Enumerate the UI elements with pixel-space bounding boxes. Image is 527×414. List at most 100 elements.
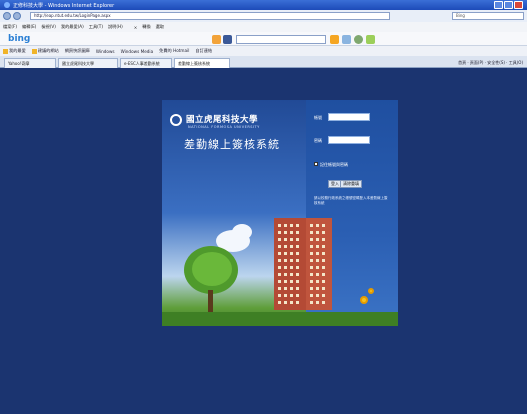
minimize-button[interactable] [494, 1, 503, 9]
password-input[interactable] [328, 136, 370, 144]
building-window [296, 238, 299, 241]
building-window [290, 273, 293, 276]
building-window [278, 224, 281, 227]
bing-search-input[interactable] [236, 35, 326, 44]
building-window [278, 266, 281, 269]
star-icon [3, 48, 8, 54]
building-window [310, 301, 313, 304]
building-window [310, 259, 313, 262]
system-title: 差勤線上簽核系統 [184, 138, 280, 151]
building-icon [306, 218, 332, 310]
favorites-link[interactable]: 網頁快訊圖庫 [65, 48, 90, 54]
tab-yahoo[interactable]: Yahoo!奇摩 [4, 58, 56, 68]
building-window [284, 301, 287, 304]
building-window [316, 245, 319, 248]
school-logo-icon [170, 114, 182, 126]
tab-approval[interactable]: 差勤線上簽核系統 [174, 58, 230, 68]
building-window [316, 252, 319, 255]
address-bar: http://eap.ntut.edu.tw/LoginPage.aspx Bi… [0, 10, 527, 22]
building-window [284, 259, 287, 262]
building-window [310, 224, 313, 227]
weather-icon[interactable] [366, 35, 375, 44]
favorites-link[interactable]: 免費的 Hotmail [159, 48, 189, 54]
building-window [284, 252, 287, 255]
building-window [290, 259, 293, 262]
favorites-link[interactable]: 我的最愛 [3, 48, 26, 54]
highlight-icon[interactable] [330, 35, 339, 44]
building-window [316, 287, 319, 290]
building-window [322, 224, 325, 227]
facebook-icon[interactable] [223, 35, 232, 44]
building-window [284, 273, 287, 276]
address-search-input[interactable]: Bing [452, 12, 524, 20]
favorites-bar: 我的最愛 建議的網站 網頁快訊圖庫 Windows Windows Media … [0, 46, 527, 56]
favorites-link[interactable]: Windows [96, 49, 115, 54]
building-window [278, 273, 281, 276]
building-window [290, 245, 293, 248]
tab-school[interactable]: 國立虎尾科技大學 [58, 58, 118, 68]
building-window [290, 287, 293, 290]
ie-icon [4, 2, 10, 8]
close-button[interactable] [514, 1, 523, 9]
building-window [316, 238, 319, 241]
favorites-link[interactable]: Windows Media [121, 49, 154, 54]
paint-icon[interactable] [212, 35, 221, 44]
building-window [316, 231, 319, 234]
building-window [290, 231, 293, 234]
building-window [284, 280, 287, 283]
building-window [278, 238, 281, 241]
menu-item[interactable]: 檢視(V) [41, 24, 56, 30]
favorites-link[interactable]: 建議的網站 [31, 48, 59, 54]
building-window [322, 231, 325, 234]
building-window [322, 238, 325, 241]
building-window [278, 259, 281, 262]
menu-item[interactable]: 選取 [156, 24, 164, 30]
tab-attendance[interactable]: e-ESC人事差勤系統 [120, 58, 172, 68]
menu-item[interactable]: 我的最愛(A) [61, 24, 84, 30]
building-window [322, 273, 325, 276]
building-window [316, 266, 319, 269]
building-window [322, 294, 325, 297]
lawn [162, 312, 306, 326]
menu-item[interactable]: 轉換 [142, 24, 150, 30]
building-window [322, 252, 325, 255]
building-window [310, 252, 313, 255]
building-window [278, 245, 281, 248]
command-bar[interactable]: 首頁 · 頁面(P) · 安全性(S) · 工具(O) [458, 58, 523, 67]
building-window [296, 301, 299, 304]
building-window [296, 259, 299, 262]
menu-item[interactable]: × [134, 25, 138, 30]
building-window [290, 301, 293, 304]
building-window [290, 252, 293, 255]
sunflower-icon [360, 296, 368, 304]
building-window [322, 301, 325, 304]
menu-item[interactable]: 檔案(F) [3, 24, 17, 30]
back-icon[interactable] [3, 12, 11, 20]
settings-icon[interactable] [354, 35, 363, 44]
building-window [278, 252, 281, 255]
favorites-link[interactable]: 自訂連結 [195, 48, 212, 54]
menu-item[interactable]: 編輯(E) [22, 24, 36, 30]
building-window [284, 224, 287, 227]
menu-item[interactable]: 工具(T) [89, 24, 103, 30]
building-window [284, 245, 287, 248]
building-window [284, 294, 287, 297]
cloud-icon [232, 224, 252, 240]
account-input[interactable] [328, 113, 370, 121]
building-window [296, 266, 299, 269]
url-input[interactable]: http://eap.ntut.edu.tw/LoginPage.aspx [30, 12, 390, 20]
building-window [322, 287, 325, 290]
email-icon[interactable] [342, 35, 351, 44]
building-window [278, 231, 281, 234]
bing-logo[interactable]: bing [8, 34, 30, 44]
reset-button[interactable]: 清除重填 [340, 180, 362, 188]
building-window [316, 259, 319, 262]
forward-icon[interactable] [13, 12, 21, 20]
maximize-button[interactable] [504, 1, 513, 9]
menu-item[interactable]: 說明(H) [108, 24, 123, 30]
building-window [284, 266, 287, 269]
remember-checkbox[interactable] [314, 162, 318, 166]
building-window [296, 294, 299, 297]
building-window [278, 287, 281, 290]
building-window [316, 301, 319, 304]
